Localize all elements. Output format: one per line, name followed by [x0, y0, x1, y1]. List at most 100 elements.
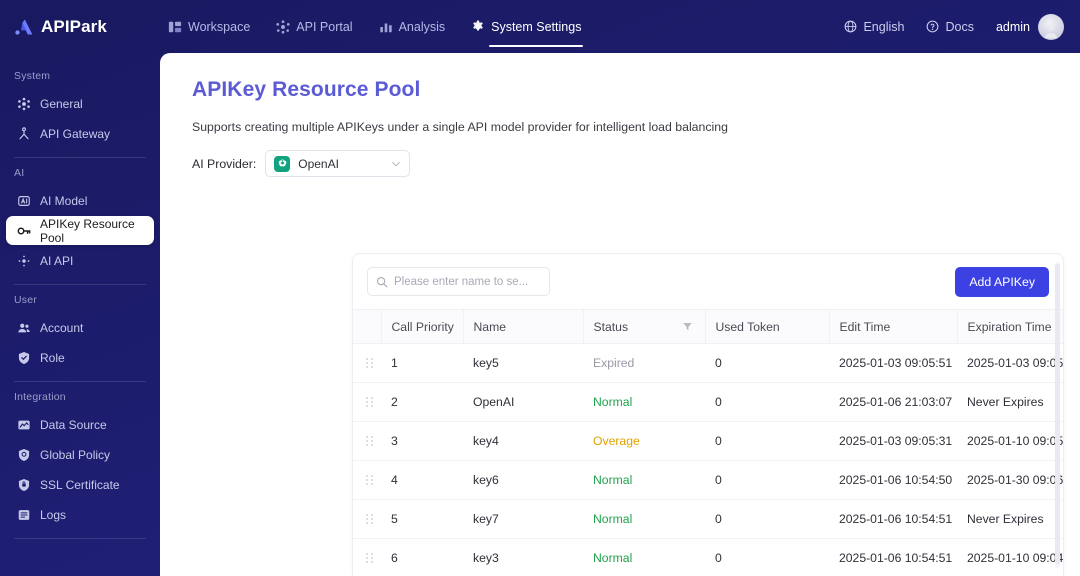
page-subtitle: Supports creating multiple APIKeys under…	[160, 102, 1080, 134]
sidebar-item-apikey-resource-pool[interactable]: APIKey Resource Pool	[6, 216, 154, 245]
search-box[interactable]	[367, 267, 550, 296]
cell-name: key3	[463, 539, 583, 576]
api-portal-icon	[276, 20, 290, 34]
cell-used-token: 0	[705, 500, 829, 539]
nav-label: Analysis	[399, 20, 446, 34]
column-label: Status	[594, 320, 629, 334]
sidebar-item-label: Role	[40, 351, 65, 365]
language-switcher[interactable]: English	[844, 20, 904, 34]
sidebar-item-api-gateway[interactable]: API Gateway	[6, 119, 154, 148]
column-label: Call Priority	[392, 320, 454, 334]
column-label: Name	[474, 320, 507, 334]
column-header-edit-time[interactable]: Edit Time	[829, 310, 957, 344]
main-content: APIKey Resource Pool Supports creating m…	[160, 53, 1080, 576]
cell-edit-time: 2025-01-06 10:54:50	[829, 461, 957, 500]
sidebar-item-label: Logs	[40, 508, 66, 522]
sidebar-item-global-policy[interactable]: Global Policy	[6, 440, 154, 469]
globe-icon	[844, 20, 857, 33]
sidebar-item-logs[interactable]: Logs	[6, 500, 154, 529]
row-drag-handle[interactable]	[353, 422, 381, 461]
brand-logo[interactable]: APIPark	[0, 17, 160, 37]
status-badge: Normal	[583, 383, 705, 422]
table-row[interactable]: 4 key6 Normal 0 2025-01-06 10:54:50 2025…	[353, 461, 1064, 500]
cell-expiration-time: 2025-01-30 09:06:00	[957, 461, 1064, 500]
add-apikey-button[interactable]: Add APIKey	[955, 267, 1049, 297]
table-row[interactable]: 3 key4 Overage 0 2025-01-03 09:05:31 202…	[353, 422, 1064, 461]
user-name: admin	[996, 20, 1030, 34]
cell-used-token: 0	[705, 461, 829, 500]
scrollbar-thumb[interactable]	[1055, 264, 1060, 564]
cell-call-priority: 2	[381, 383, 463, 422]
docs-link[interactable]: Docs	[926, 20, 973, 34]
key-icon	[17, 224, 31, 238]
nav-label: Workspace	[188, 20, 250, 34]
sidebar-item-label: AI API	[40, 254, 73, 268]
table-row[interactable]: 1 key5 Expired 0 2025-01-03 09:05:51 202…	[353, 344, 1064, 383]
cell-used-token: 0	[705, 383, 829, 422]
apikey-table-panel: Add APIKey Call Priority Name	[352, 253, 1064, 576]
column-header-used-token[interactable]: Used Token	[705, 310, 829, 344]
column-label: Used Token	[716, 320, 780, 334]
ssl-icon	[17, 478, 31, 492]
cell-used-token: 0	[705, 539, 829, 576]
table-row[interactable]: 6 key3 Normal 0 2025-01-06 10:54:51 2025…	[353, 539, 1064, 576]
row-drag-handle[interactable]	[353, 461, 381, 500]
cell-call-priority: 6	[381, 539, 463, 576]
column-header-name[interactable]: Name	[463, 310, 583, 344]
column-header-grip	[353, 310, 381, 344]
gateway-icon	[17, 127, 31, 141]
user-icon	[1041, 20, 1061, 40]
row-drag-handle[interactable]	[353, 500, 381, 539]
sidebar-item-ai-api[interactable]: AI API	[6, 246, 154, 275]
nav-item-system-settings[interactable]: System Settings	[471, 0, 581, 53]
global-policy-icon	[17, 448, 31, 462]
sidebar-group-label-user: User	[0, 285, 160, 312]
column-header-call-priority[interactable]: Call Priority	[381, 310, 463, 344]
account-icon	[17, 321, 31, 335]
cell-edit-time: 2025-01-03 09:05:51	[829, 344, 957, 383]
application-window: APIPark Workspace	[0, 0, 1080, 576]
sidebar-group-label-system: System	[0, 61, 160, 88]
gear-icon	[471, 20, 485, 34]
sidebar-item-general[interactable]: General	[6, 89, 154, 118]
table-head: Call Priority Name Status	[353, 310, 1064, 344]
sidebar-item-label: Account	[40, 321, 83, 335]
table-row[interactable]: 2 OpenAI Normal 0 2025-01-06 21:03:07 Ne…	[353, 383, 1064, 422]
cell-name: key5	[463, 344, 583, 383]
brand-name: APIPark	[41, 17, 107, 37]
nav-item-api-portal[interactable]: API Portal	[276, 0, 352, 53]
row-drag-handle[interactable]	[353, 539, 381, 576]
cell-call-priority: 1	[381, 344, 463, 383]
data-source-icon	[17, 418, 31, 432]
sidebar-item-data-source[interactable]: Data Source	[6, 410, 154, 439]
sidebar-item-ssl-certificate[interactable]: SSL Certificate	[6, 470, 154, 499]
user-menu[interactable]: admin	[996, 14, 1064, 40]
cell-edit-time: 2025-01-06 21:03:07	[829, 383, 957, 422]
cell-name: key7	[463, 500, 583, 539]
cell-used-token: 0	[705, 422, 829, 461]
ai-provider-value: OpenAI	[298, 157, 383, 171]
nav-item-workspace[interactable]: Workspace	[168, 0, 250, 53]
sidebar-item-role[interactable]: Role	[6, 343, 154, 372]
column-header-expiration-time[interactable]: Expiration Time	[957, 310, 1064, 344]
row-drag-handle[interactable]	[353, 383, 381, 422]
filter-icon[interactable]	[682, 321, 693, 332]
column-label: Expiration Time	[968, 320, 1052, 334]
cell-name: key6	[463, 461, 583, 500]
language-label: English	[863, 20, 904, 34]
openai-glyph-icon	[277, 158, 288, 169]
cell-used-token: 0	[705, 344, 829, 383]
search-input[interactable]	[394, 276, 541, 288]
column-header-status[interactable]: Status	[583, 310, 705, 344]
table-row[interactable]: 5 key7 Normal 0 2025-01-06 10:54:51 Neve…	[353, 500, 1064, 539]
ai-provider-select[interactable]: OpenAI	[265, 150, 410, 177]
cell-edit-time: 2025-01-03 09:05:31	[829, 422, 957, 461]
sidebar-item-account[interactable]: Account	[6, 313, 154, 342]
sidebar-item-ai-model[interactable]: AI Model	[6, 186, 154, 215]
row-drag-handle[interactable]	[353, 344, 381, 383]
cell-expiration-time: 2025-01-03 09:05:48	[957, 344, 1064, 383]
nav-item-analysis[interactable]: Analysis	[379, 0, 446, 53]
main-nav: Workspace API Portal	[168, 0, 581, 53]
general-icon	[17, 97, 31, 111]
top-right-actions: English Docs admin	[844, 14, 1080, 40]
